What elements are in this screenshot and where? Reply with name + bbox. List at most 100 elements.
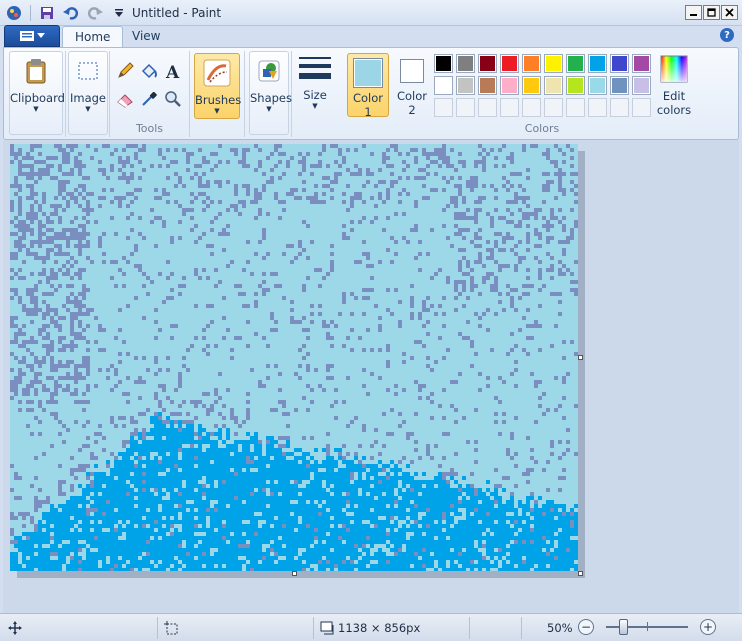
palette-swatch[interactable] [632, 76, 651, 95]
clipboard-button[interactable]: Clipboard ▼ [9, 51, 65, 135]
palette-swatch[interactable] [566, 76, 585, 95]
chevron-down-icon: ▼ [85, 105, 91, 113]
palette-swatch-empty[interactable] [610, 98, 629, 117]
resize-handle-bottom[interactable] [292, 571, 297, 576]
color2-button[interactable]: Color 2 [392, 53, 432, 117]
palette-swatch[interactable] [544, 54, 563, 73]
palette-swatch[interactable] [456, 54, 475, 73]
palette-swatch-empty[interactable] [522, 98, 541, 117]
undo-icon[interactable] [61, 3, 81, 23]
rainbow-icon [658, 53, 690, 85]
drawing-canvas[interactable] [10, 144, 578, 571]
colors-group-label: Colors [524, 122, 560, 135]
line-size-icon [299, 54, 331, 84]
group-colors: Colors [430, 51, 654, 137]
eraser-icon[interactable] [114, 88, 136, 110]
zoom-in-button[interactable]: + [700, 619, 716, 635]
status-bar: 1138 × 856px 50% − + [0, 613, 742, 641]
tab-home[interactable]: Home [62, 26, 124, 48]
minimize-button[interactable] [685, 5, 702, 20]
help-icon[interactable]: ? [720, 28, 734, 42]
chevron-down-icon: ▼ [266, 105, 272, 113]
cursor-position-cell [4, 617, 158, 639]
palette-swatch[interactable] [478, 54, 497, 73]
palette-swatch[interactable] [500, 54, 519, 73]
group-tools: A Tools [110, 51, 190, 137]
color1-number: 1 [364, 105, 372, 119]
paint-menu-button[interactable] [4, 25, 60, 47]
ribbon-tabs: Home View ? [0, 24, 742, 48]
paint-icon[interactable] [4, 3, 24, 23]
image-button[interactable]: Image ▼ [68, 51, 108, 135]
brushes-label: Brushes [195, 93, 242, 107]
palette-swatch[interactable] [544, 76, 563, 95]
color1-label: Color [352, 91, 384, 105]
quick-access-toolbar [4, 3, 129, 23]
fill-icon[interactable] [138, 60, 160, 82]
palette-swatch-empty[interactable] [434, 98, 453, 117]
redo-icon[interactable] [85, 3, 105, 23]
maximize-button[interactable] [703, 5, 720, 20]
group-brushes: Brushes ▼ [191, 51, 245, 137]
palette-swatch[interactable] [610, 54, 629, 73]
title-bar: Untitled - Paint [0, 0, 742, 26]
window-title: Untitled - Paint [132, 6, 222, 20]
customize-icon[interactable] [109, 3, 129, 23]
palette-swatch[interactable] [588, 54, 607, 73]
palette-swatch[interactable] [456, 76, 475, 95]
palette-swatch-empty[interactable] [544, 98, 563, 117]
color1-swatch [355, 60, 381, 86]
ribbon: Clipboard ▼ Image ▼ A Tools Brushes ▼ Sh… [3, 47, 739, 140]
save-icon[interactable] [37, 3, 57, 23]
palette-swatch-empty[interactable] [588, 98, 607, 117]
qat-separator [30, 5, 31, 21]
palette-swatch[interactable] [500, 76, 519, 95]
resize-handle-corner[interactable] [578, 571, 583, 576]
chevron-down-icon [36, 33, 45, 38]
palette-swatch[interactable] [478, 76, 497, 95]
image-size-text: 1138 × 856px [338, 621, 421, 635]
menu-icon [19, 31, 34, 41]
canvas-image [10, 144, 578, 571]
palette-swatch-empty[interactable] [456, 98, 475, 117]
size-label: Size [303, 88, 327, 102]
chevron-down-icon: ▼ [312, 102, 318, 110]
image-label: Image [69, 91, 107, 105]
zoom-slider-thumb[interactable] [619, 619, 628, 635]
empty-status-cell [472, 617, 522, 639]
magnifier-icon[interactable] [162, 88, 184, 110]
chevron-down-icon: ▼ [214, 107, 220, 115]
edit-colors-label: Edit [662, 89, 686, 103]
edit-colors-button[interactable]: Edit colors [653, 51, 695, 121]
palette-swatch-empty[interactable] [500, 98, 519, 117]
text-icon[interactable]: A [162, 60, 184, 82]
size-button[interactable]: Size ▼ [295, 51, 335, 121]
palette-swatch[interactable] [522, 54, 541, 73]
color-picker-icon[interactable] [138, 88, 160, 110]
shapes-button[interactable]: Shapes ▼ [249, 51, 293, 135]
group-shapes: Shapes ▼ [247, 51, 292, 137]
palette-swatch[interactable] [632, 54, 651, 73]
window-controls [685, 5, 738, 20]
palette-swatch[interactable] [588, 76, 607, 95]
tab-view[interactable]: View [120, 26, 172, 48]
close-button[interactable] [721, 5, 738, 20]
palette-swatch[interactable] [566, 54, 585, 73]
palette-swatch[interactable] [434, 76, 453, 95]
brush-icon [201, 57, 233, 89]
palette-swatch-empty[interactable] [478, 98, 497, 117]
shapes-label: Shapes [250, 91, 293, 105]
palette-swatch[interactable] [610, 76, 629, 95]
color1-button[interactable]: Color 1 [347, 53, 389, 119]
palette-swatch-empty[interactable] [566, 98, 585, 117]
palette-swatch-empty[interactable] [632, 98, 651, 117]
chevron-down-icon: ▼ [33, 105, 39, 113]
pencil-icon[interactable] [114, 60, 136, 82]
palette-swatch[interactable] [522, 76, 541, 95]
zoom-out-button[interactable]: − [578, 619, 594, 635]
brushes-button[interactable]: Brushes ▼ [194, 53, 242, 119]
palette-swatch[interactable] [434, 54, 453, 73]
edit-colors-label-2: colors [656, 103, 692, 117]
resize-handle-right[interactable] [578, 355, 583, 360]
select-icon [72, 55, 104, 87]
